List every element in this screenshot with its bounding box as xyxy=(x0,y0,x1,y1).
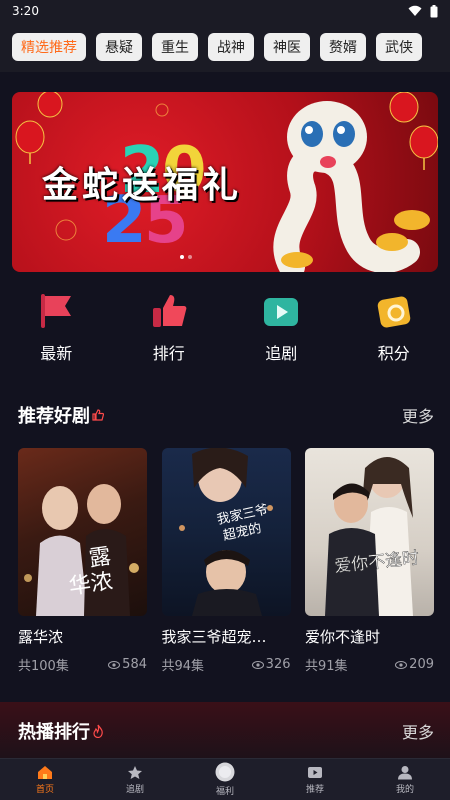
drama-title: 我家三爷超宠… xyxy=(161,628,267,646)
eye-icon xyxy=(108,660,121,669)
promo-banner[interactable]: 2 0 2 5 金蛇送福礼 xyxy=(12,92,438,272)
status-icons xyxy=(408,4,438,18)
recommend-list: 露 华浓 露华浓 共100集 584 我家三爷 超宠的 我家三爷超宠… 共94集… xyxy=(18,448,434,678)
view-count-value: 209 xyxy=(409,657,434,672)
thumbs-up-icon xyxy=(152,295,187,327)
quick-following[interactable]: 追剧 xyxy=(236,292,326,382)
episode-count: 共94集 xyxy=(161,659,205,674)
quick-latest[interactable]: 最新 xyxy=(11,292,101,382)
home-icon xyxy=(38,765,52,779)
hot-ranking-title-text: 热播排行 xyxy=(18,722,90,743)
drama-meta: 共100集 584 xyxy=(18,655,147,674)
flag-icon xyxy=(41,294,72,328)
banner-title: 金蛇送福礼 xyxy=(42,164,243,206)
rewards-icon xyxy=(215,762,235,782)
play-box-icon xyxy=(308,766,322,778)
nav-profile[interactable]: 我的 xyxy=(375,765,435,795)
view-count: 209 xyxy=(395,655,434,674)
drama-title: 爱你不逢时 xyxy=(305,628,381,646)
recommend-title: 推荐好剧 xyxy=(18,402,104,428)
thumbs-up-small-icon xyxy=(92,409,104,421)
poster-art: 露 华浓 xyxy=(24,484,139,616)
eye-icon xyxy=(251,660,264,669)
star-icon xyxy=(128,765,142,779)
nav-rewards[interactable]: 福利 xyxy=(195,762,255,797)
hot-ranking-header: 热播排行 更多 xyxy=(18,718,434,744)
drama-poster[interactable]: 我家三爷 超宠的 xyxy=(161,448,291,616)
tab-featured[interactable]: 精选推荐 xyxy=(12,33,86,61)
quick-points-label: 积分 xyxy=(377,344,410,363)
banner-pagination xyxy=(180,255,200,259)
quick-ranking[interactable]: 排行 xyxy=(124,292,214,382)
nav-following[interactable]: 追剧 xyxy=(105,765,165,795)
recommend-title-text: 推荐好剧 xyxy=(18,406,90,427)
svg-text:露: 露 xyxy=(87,544,112,572)
quick-latest-label: 最新 xyxy=(40,344,73,363)
flame-icon xyxy=(93,724,103,738)
drama-meta: 共94集 326 xyxy=(162,655,291,674)
tab-martial-arts[interactable]: 武侠 xyxy=(376,33,422,61)
status-time: 3:20 xyxy=(12,4,39,18)
category-tabs: 精选推荐 悬疑 重生 战神 神医 赘婿 武侠 xyxy=(0,22,450,72)
drama-poster[interactable]: 露 华浓 xyxy=(18,448,147,616)
poster-art: 我家三爷 超宠的 xyxy=(178,448,273,616)
status-bar: 3:20 xyxy=(0,0,450,22)
wifi-icon xyxy=(408,5,422,16)
recommend-header: 推荐好剧 更多 xyxy=(18,402,434,428)
nav-recommend-label: 推荐 xyxy=(305,784,324,795)
video-icon xyxy=(264,298,299,326)
view-count: 326 xyxy=(251,655,291,674)
hot-ranking-more-link[interactable]: 更多 xyxy=(402,719,434,743)
view-count-value: 584 xyxy=(122,657,147,672)
coin-icon xyxy=(377,296,411,328)
recommend-more-link[interactable]: 更多 xyxy=(402,403,434,427)
nav-home-label: 首页 xyxy=(35,784,54,795)
quick-entries: 最新 排行 追剧 积分 xyxy=(0,292,450,382)
eye-icon xyxy=(395,660,408,669)
drama-title: 露华浓 xyxy=(18,628,64,646)
drama-card[interactable]: 爱你不逢时 爱你不逢时 共91集 209 xyxy=(305,448,434,678)
tab-suspense[interactable]: 悬疑 xyxy=(96,33,142,61)
nav-profile-label: 我的 xyxy=(395,784,414,795)
tab-son-in-law[interactable]: 赘婿 xyxy=(320,33,366,61)
drama-meta: 共91集 209 xyxy=(305,655,434,674)
tab-miracle-doctor[interactable]: 神医 xyxy=(264,33,310,61)
tab-war-god[interactable]: 战神 xyxy=(208,33,254,61)
poster-art: 爱你不逢时 xyxy=(325,457,420,616)
view-count: 584 xyxy=(108,655,147,674)
quick-ranking-label: 排行 xyxy=(152,344,185,363)
nav-following-label: 追剧 xyxy=(125,784,144,795)
episode-count: 共91集 xyxy=(305,659,348,674)
episode-count: 共100集 xyxy=(18,659,69,674)
quick-points[interactable]: 积分 xyxy=(349,292,439,382)
quick-following-label: 追剧 xyxy=(265,344,298,363)
drama-card[interactable]: 我家三爷 超宠的 我家三爷超宠… 共94集 326 xyxy=(161,448,291,678)
bottom-navigation: 首页 追剧 福利 推荐 我的 xyxy=(0,758,450,800)
nav-rewards-label: 福利 xyxy=(215,787,234,797)
battery-icon xyxy=(430,4,438,17)
drama-poster[interactable]: 爱你不逢时 xyxy=(305,448,434,616)
drama-card[interactable]: 露 华浓 露华浓 共100集 584 xyxy=(18,448,147,678)
user-icon xyxy=(398,765,412,779)
tab-rebirth[interactable]: 重生 xyxy=(152,33,198,61)
nav-recommend[interactable]: 推荐 xyxy=(285,765,345,795)
nav-home[interactable]: 首页 xyxy=(15,765,75,795)
hot-ranking-title: 热播排行 xyxy=(18,718,104,744)
view-count-value: 326 xyxy=(265,657,291,672)
